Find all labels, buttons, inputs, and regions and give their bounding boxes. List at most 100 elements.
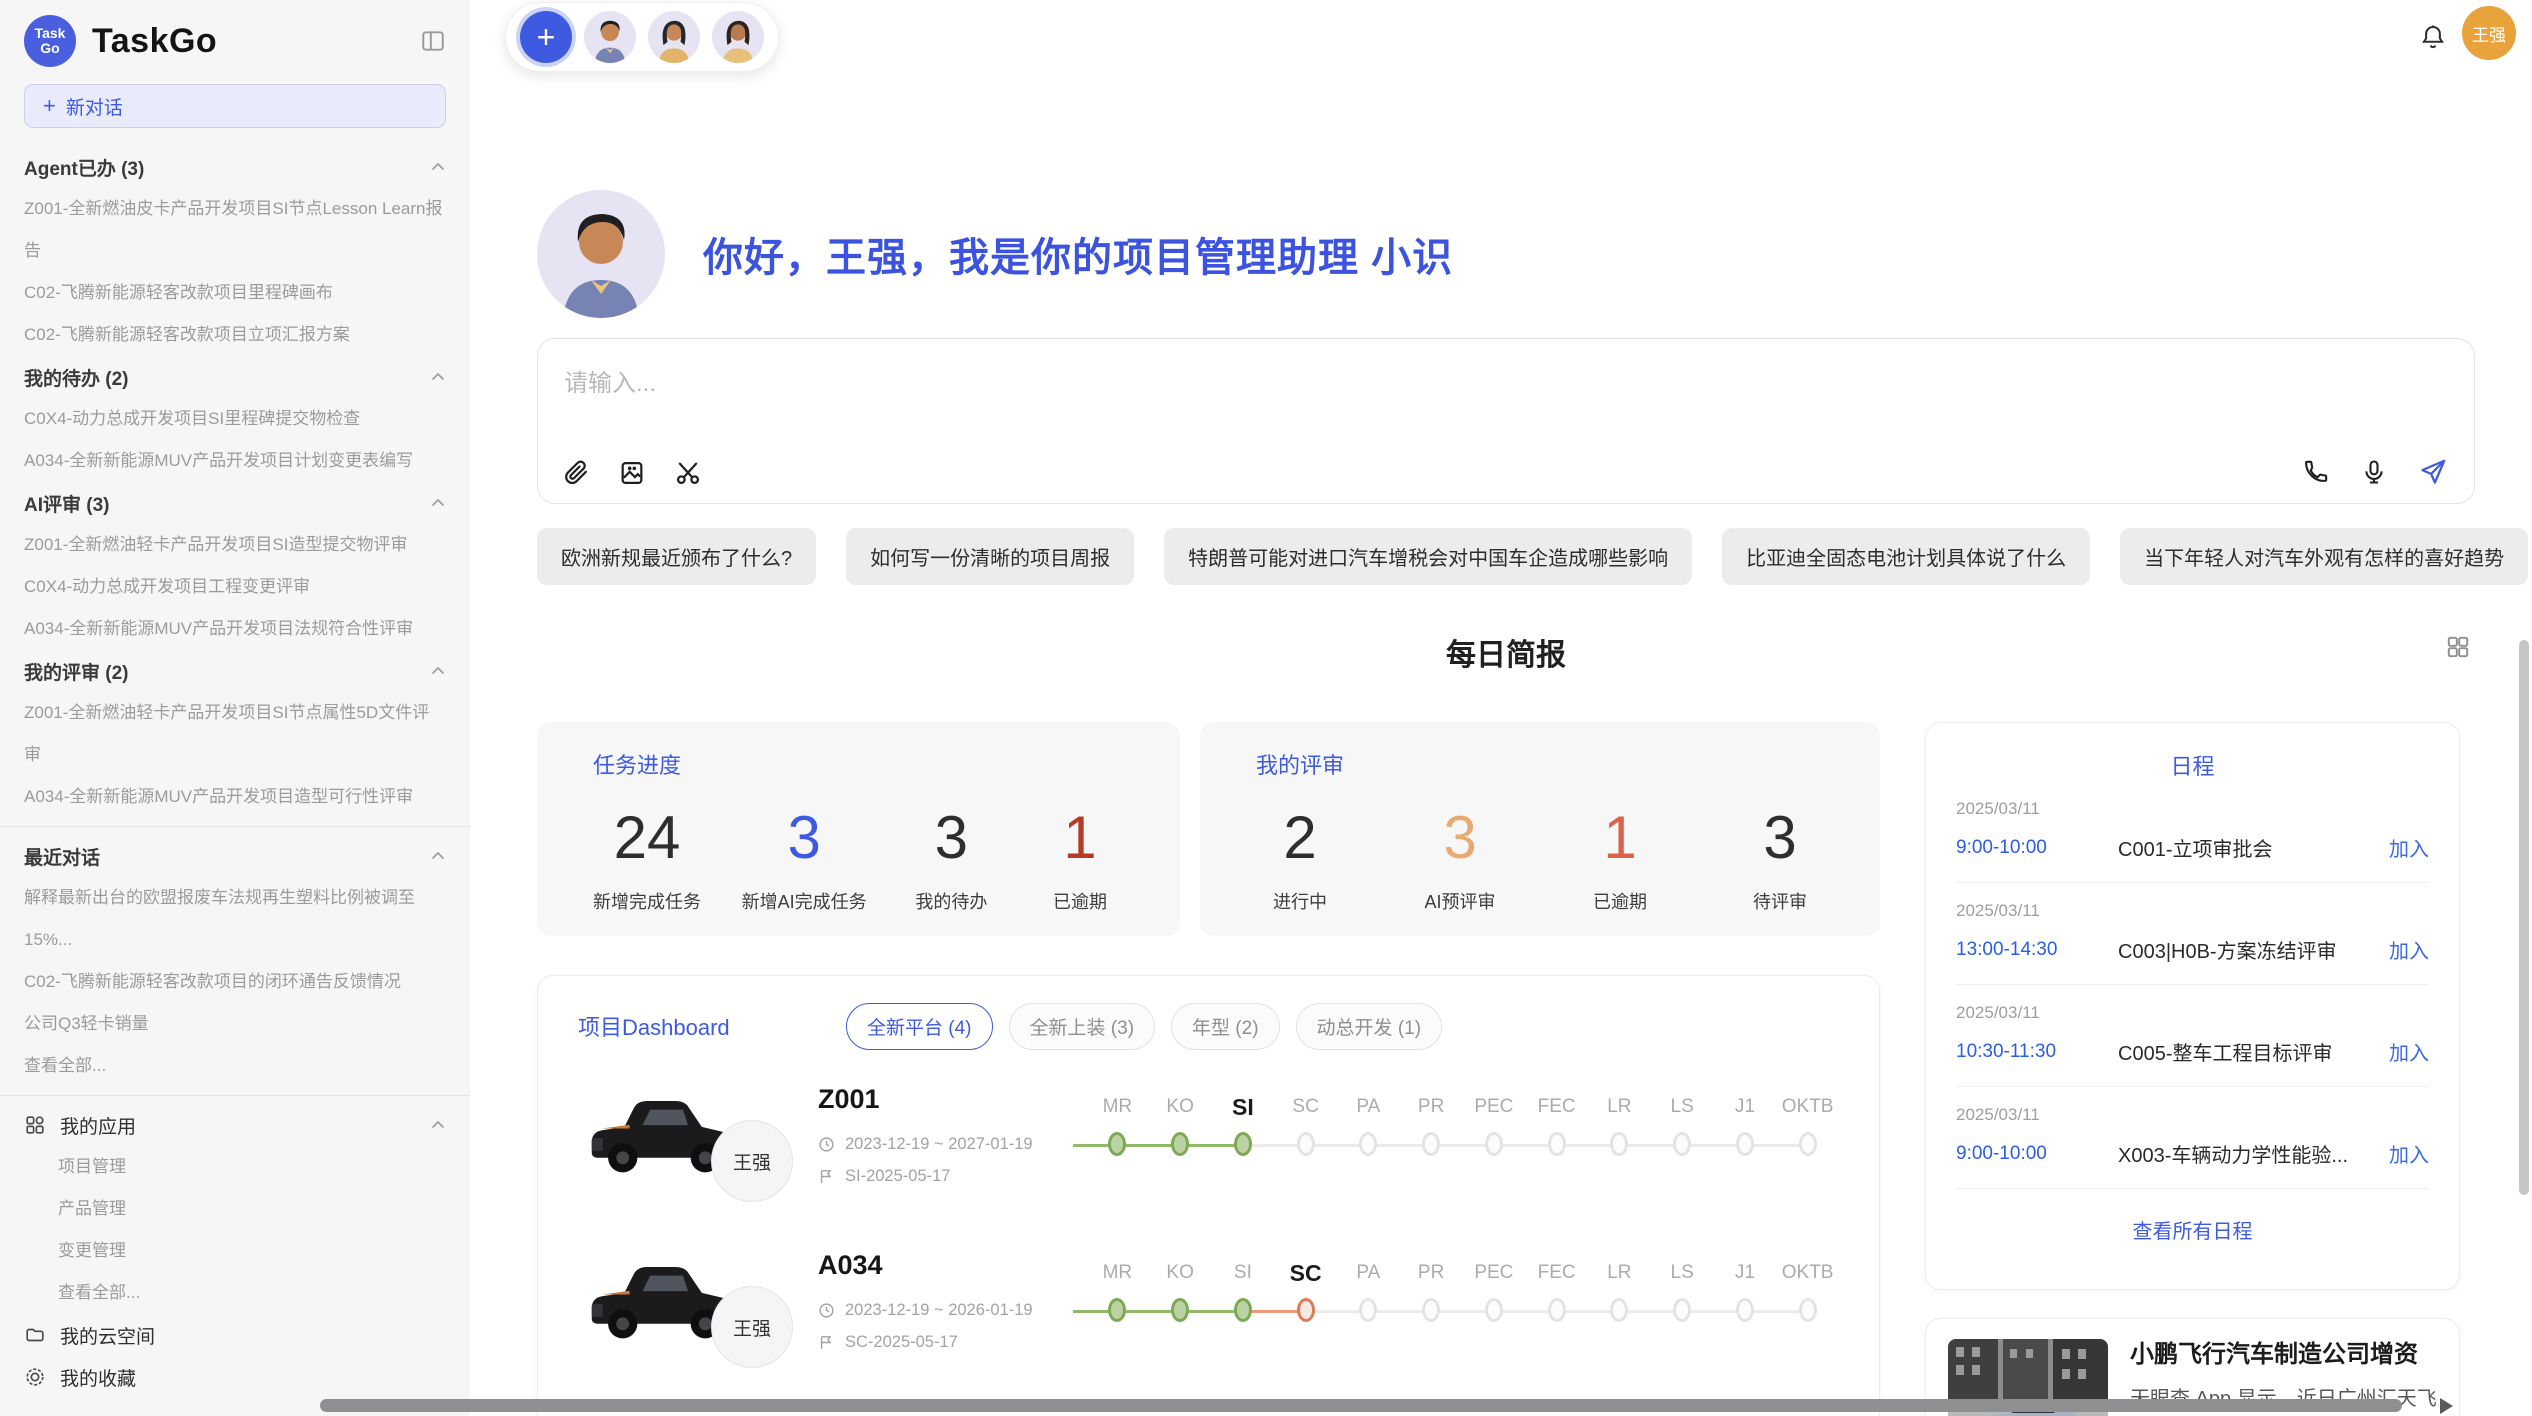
milestone-PA: PA — [1337, 1090, 1400, 1216]
add-session-button[interactable]: + — [520, 11, 572, 63]
list-item[interactable]: C02-飞腾新能源轻客改款项目的闭环通告反馈情况 — [24, 961, 446, 1003]
milestone-FEC: FEC — [1525, 1256, 1588, 1382]
list-item[interactable]: C02-飞腾新能源轻客改款项目里程碑画布 — [24, 272, 446, 314]
section-title: 我的评审 (2) — [24, 658, 129, 685]
milestone-label: KO — [1149, 1256, 1212, 1290]
list-item[interactable]: Z001-全新燃油轻卡产品开发项目SI节点属性5D文件评审 — [24, 692, 446, 776]
stat-value: 24 — [593, 806, 701, 870]
project-row[interactable]: 王强 Z001 2023-12-19 ~ 2027-01-19 SI-2025-… — [578, 1076, 1839, 1216]
suggestion-chip[interactable]: 当下年轻人对汽车外观有怎样的喜好趋势 — [2120, 528, 2528, 585]
milestone-node — [1359, 1132, 1377, 1156]
project-row[interactable]: 王强 A034 2023-12-19 ~ 2026-01-19 SC-2025-… — [578, 1242, 1839, 1382]
avatar[interactable] — [648, 11, 700, 63]
section-agent-done[interactable]: Agent已办 (3) — [24, 146, 446, 188]
tab-year-model[interactable]: 年型 (2) — [1171, 1003, 1280, 1050]
event-title: C001-立项审批会 — [2118, 833, 2389, 862]
milestone-label: J1 — [1714, 1256, 1777, 1290]
milestone-LR: LR — [1588, 1090, 1651, 1216]
milestone-label: J1 — [1714, 1090, 1777, 1124]
phone-icon[interactable] — [2302, 458, 2330, 486]
list-item[interactable]: C0X4-动力总成开发项目工程变更评审 — [24, 566, 446, 608]
milestone-SC: SC — [1274, 1090, 1337, 1216]
tab-new-platform[interactable]: 全新平台 (4) — [846, 1003, 993, 1050]
list-item[interactable]: Z001-全新燃油轻卡产品开发项目SI造型提交物评审 — [24, 524, 446, 566]
badge-icon — [24, 1366, 46, 1388]
milestone-KO: KO — [1149, 1090, 1212, 1216]
sidebar-item-cloud-space[interactable]: 我的云空间 — [24, 1314, 446, 1356]
list-item[interactable]: A034-全新新能源MUV产品开发项目法规符合性评审 — [24, 608, 446, 650]
stat-value: 2 — [1256, 806, 1344, 870]
join-button[interactable]: 加入 — [2389, 935, 2429, 964]
list-item[interactable]: 解释最新出台的欧盟报废车法规再生塑料比例被调至15%... — [24, 877, 446, 961]
sidebar-item-change-mgmt[interactable]: 变更管理 — [24, 1230, 446, 1272]
stat: 3 我的待办 — [907, 806, 995, 914]
schedule-event: 2025/03/11 9:00-10:00 C001-立项审批会 加入 — [1956, 781, 2429, 883]
project-dates: 2023-12-19 ~ 2027-01-19 — [818, 1135, 1086, 1154]
chat-input[interactable] — [562, 361, 2166, 425]
scroll-right-arrow-icon[interactable] — [2440, 1398, 2453, 1414]
join-button[interactable]: 加入 — [2389, 1139, 2429, 1168]
send-icon[interactable] — [2418, 457, 2448, 487]
milestone-KO: KO — [1149, 1256, 1212, 1382]
view-all-link[interactable]: 查看全部... — [24, 1045, 446, 1087]
sidebar-item-project-mgmt[interactable]: 项目管理 — [24, 1146, 446, 1188]
milestone-node — [1485, 1298, 1503, 1322]
stat-value: 1 — [1036, 806, 1124, 870]
view-all-link[interactable]: 查看全部... — [24, 1272, 446, 1314]
notification-bell-icon[interactable] — [2418, 22, 2448, 52]
avatar[interactable] — [584, 11, 636, 63]
chevron-up-icon[interactable] — [430, 495, 446, 511]
chevron-up-icon[interactable] — [430, 1117, 446, 1133]
image-upload-icon[interactable] — [618, 459, 646, 487]
list-item[interactable]: A034-全新新能源MUV产品开发项目计划变更表编写 — [24, 440, 446, 482]
milestone-node — [1359, 1298, 1377, 1322]
section-my-review[interactable]: 我的评审 (2) — [24, 650, 446, 692]
sidebar-item-favorites[interactable]: 我的收藏 — [24, 1356, 446, 1398]
layout-grid-icon[interactable] — [2445, 634, 2471, 660]
vertical-scrollbar[interactable] — [2519, 640, 2529, 1195]
tab-new-body[interactable]: 全新上装 (3) — [1009, 1003, 1156, 1050]
stat-value: 3 — [907, 806, 995, 870]
list-item[interactable]: C0X4-动力总成开发项目SI里程碑提交物检查 — [24, 398, 446, 440]
sidebar-item-my-apps[interactable]: 我的应用 — [24, 1104, 446, 1146]
new-chat-button[interactable]: + 新对话 — [24, 84, 446, 128]
chevron-up-icon[interactable] — [430, 663, 446, 679]
stat: 3 待评审 — [1736, 806, 1824, 914]
chevron-up-icon[interactable] — [430, 369, 446, 385]
milestone-label: SI — [1212, 1090, 1275, 1124]
join-button[interactable]: 加入 — [2389, 1037, 2429, 1066]
stats-row: 24 新增完成任务 3 新增AI完成任务 3 我的待办 1 已逾期 — [593, 806, 1124, 914]
suggestion-chip[interactable]: 特朗普可能对进口汽车增税会对中国车企造成哪些影响 — [1164, 528, 1692, 585]
avatar[interactable] — [712, 11, 764, 63]
dashboard-header: 项目Dashboard 全新平台 (4) 全新上装 (3) 年型 (2) 动总开… — [578, 1002, 1839, 1050]
section-my-todo[interactable]: 我的待办 (2) — [24, 356, 446, 398]
suggestion-chip[interactable]: 欧洲新规最近颁布了什么? — [537, 528, 816, 585]
project-media: 王强 — [578, 1242, 790, 1382]
divider — [0, 1095, 470, 1096]
suggestion-chip[interactable]: 如何写一份清晰的项目周报 — [846, 528, 1134, 585]
microphone-icon[interactable] — [2360, 458, 2388, 486]
news-title: 小鹏飞行汽车制造公司增资 — [2130, 1339, 2437, 1371]
chevron-up-icon[interactable] — [430, 159, 446, 175]
user-avatar[interactable]: 王强 — [2462, 6, 2516, 60]
attach-icon[interactable] — [562, 459, 590, 487]
milestone-track: MRKOSISCPAPRPECFECLRLSJ1OKTB — [1086, 1242, 1839, 1382]
list-item[interactable]: C02-飞腾新能源轻客改款项目立项汇报方案 — [24, 314, 446, 356]
list-item[interactable]: A034-全新新能源MUV产品开发项目造型可行性评审 — [24, 776, 446, 818]
horizontal-scrollbar[interactable] — [320, 1399, 2402, 1412]
view-all-schedule-link[interactable]: 查看所有日程 — [1956, 1215, 2429, 1244]
sidebar-item-product-mgmt[interactable]: 产品管理 — [24, 1188, 446, 1230]
card-title: 任务进度 — [593, 748, 1124, 780]
scissors-icon[interactable] — [674, 459, 702, 487]
list-item[interactable]: Z001-全新燃油皮卡产品开发项目SI节点Lesson Learn报告 — [24, 188, 446, 272]
milestone-node — [1736, 1132, 1754, 1156]
join-button[interactable]: 加入 — [2389, 833, 2429, 862]
section-ai-review[interactable]: AI评审 (3) — [24, 482, 446, 524]
section-recent-chats[interactable]: 最近对话 — [24, 835, 446, 877]
event-time: 13:00-14:30 — [1956, 939, 2118, 961]
tab-powertrain[interactable]: 动总开发 (1) — [1296, 1003, 1443, 1050]
suggestion-chip[interactable]: 比亚迪全固态电池计划具体说了什么 — [1722, 528, 2090, 585]
sidebar-collapse-icon[interactable] — [420, 28, 446, 54]
list-item[interactable]: 公司Q3轻卡销量 — [24, 1003, 446, 1045]
chevron-up-icon[interactable] — [430, 848, 446, 864]
